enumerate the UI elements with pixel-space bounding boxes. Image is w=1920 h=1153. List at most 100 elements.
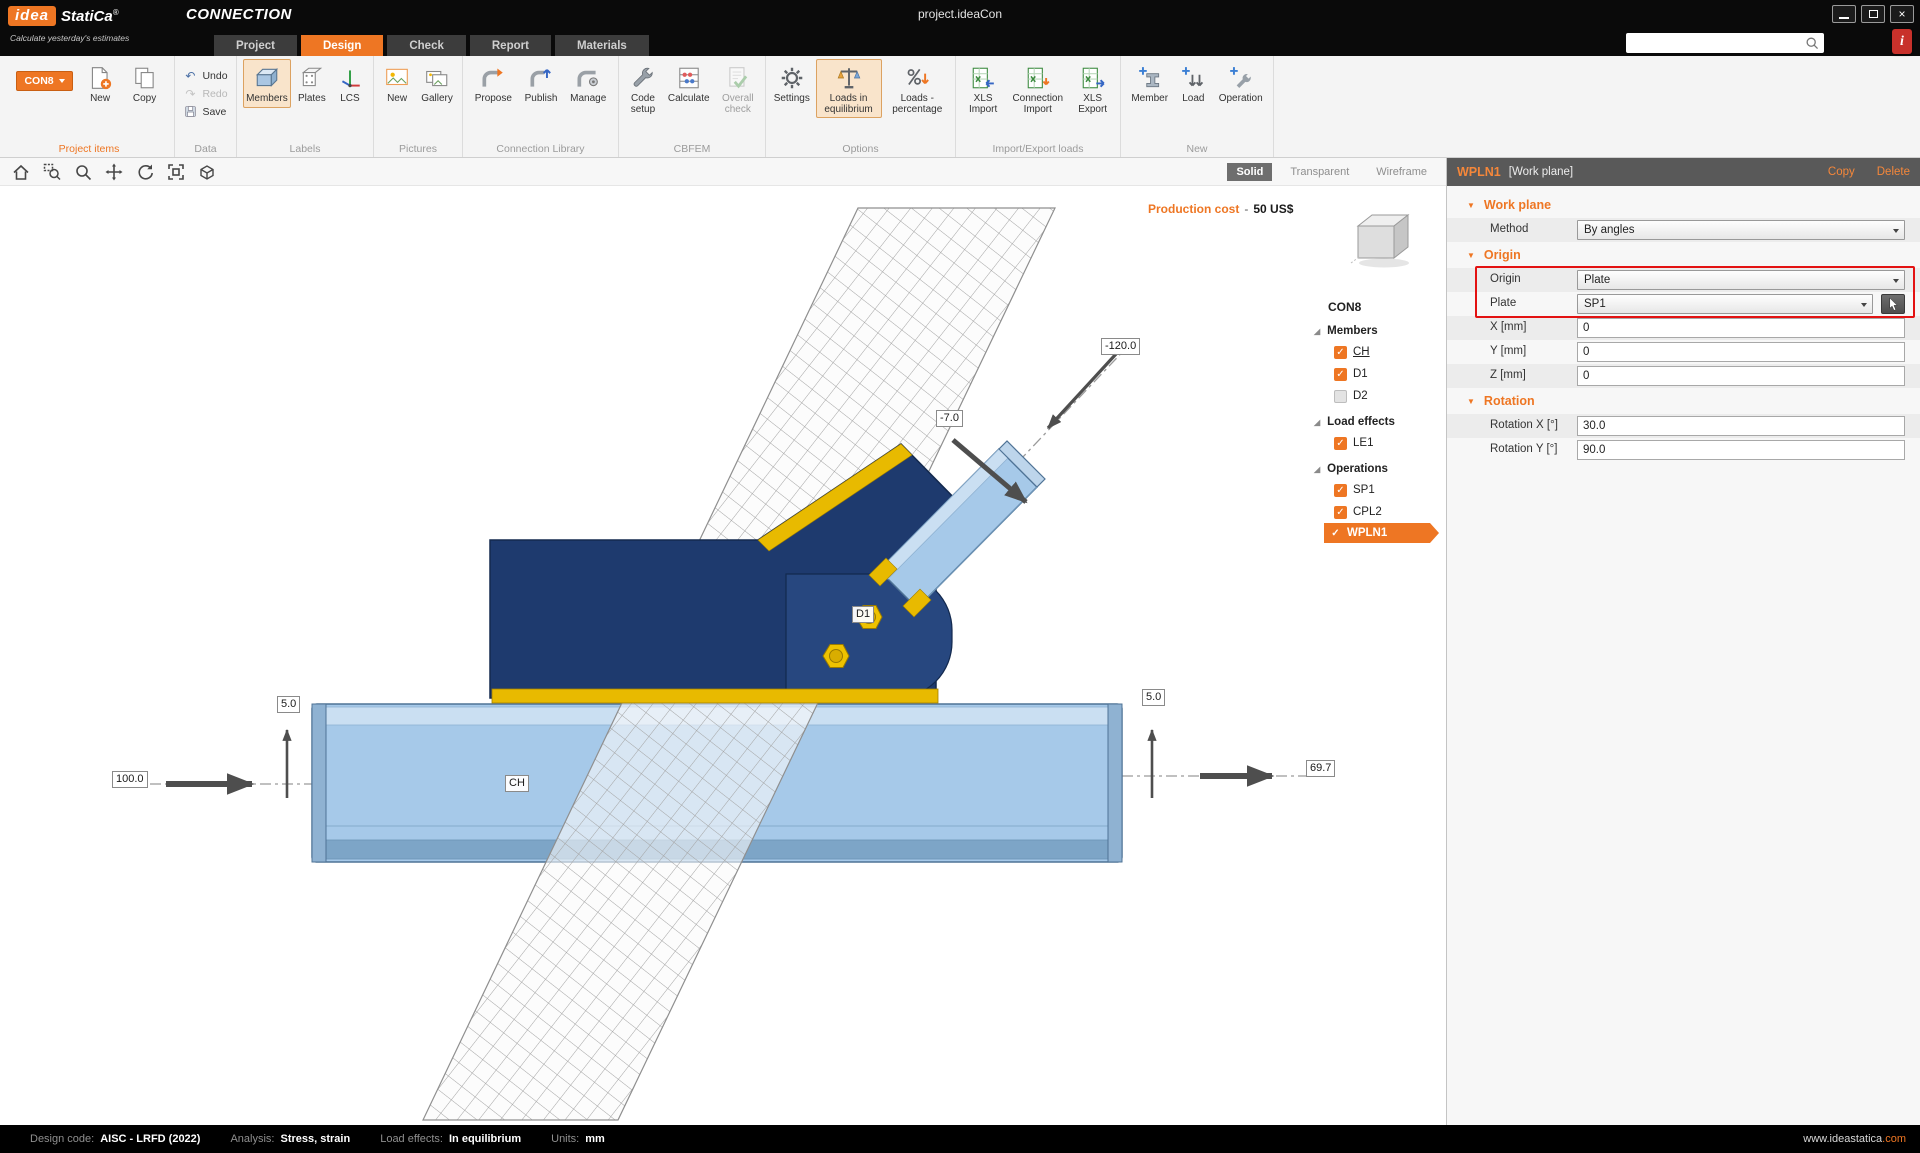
dim-label-load-right: 69.7 — [1306, 760, 1335, 777]
perspective-cube-icon[interactable] — [196, 161, 218, 183]
loads-in-equilibrium-toggle[interactable]: Loads in equilibrium — [816, 59, 882, 118]
delete-operation-button[interactable]: Delete — [1877, 166, 1910, 178]
maximize-button[interactable] — [1861, 5, 1885, 23]
website-link[interactable]: www.ideastatica.com — [1803, 1133, 1906, 1145]
z-input[interactable] — [1577, 366, 1905, 386]
zoom-icon[interactable] — [72, 161, 94, 183]
checkbox-unchecked-icon[interactable] — [1334, 390, 1347, 403]
copy-project-item-button[interactable]: Copy — [128, 59, 162, 108]
y-input[interactable] — [1577, 342, 1905, 362]
new-member-button[interactable]: Member — [1128, 59, 1171, 108]
library-manage-button[interactable]: Manage — [567, 59, 609, 108]
search-input[interactable] — [1632, 37, 1804, 49]
ribbon-group-labels: Members Plates LCS Labels — [237, 56, 374, 157]
library-publish-button[interactable]: Publish — [522, 59, 561, 108]
plate-picker-button[interactable] — [1881, 294, 1905, 314]
minimize-button[interactable] — [1832, 5, 1856, 23]
section-origin[interactable]: ▼ Origin — [1447, 242, 1920, 268]
settings-button[interactable]: Settings — [771, 59, 813, 108]
con8-selector-button[interactable]: CON8 — [16, 71, 72, 91]
model-tree: CON8 ◢ Members ✓ CH ✓ D1 — [1308, 300, 1446, 543]
rotation-x-input[interactable] — [1577, 416, 1905, 436]
checkbox-checked-icon[interactable]: ✓ — [1334, 484, 1347, 497]
ribbon: CON8 New Copy Project items ↶ Undo — [0, 56, 1920, 158]
rotation-y-input[interactable] — [1577, 440, 1905, 460]
new-load-button[interactable]: Load — [1176, 59, 1210, 108]
navigation-cube[interactable] — [1346, 204, 1420, 273]
checkbox-checked-icon[interactable]: ✓ — [1334, 506, 1347, 519]
method-select[interactable]: By angles — [1577, 220, 1905, 240]
tree-item-wpln1[interactable]: ✓ WPLN1 — [1324, 523, 1430, 543]
zoom-window-icon[interactable] — [41, 161, 63, 183]
checkbox-checked-icon[interactable]: ✓ — [1334, 346, 1347, 359]
loads-percentage-button[interactable]: Loads - percentage — [884, 59, 950, 118]
view-mode-solid[interactable]: Solid — [1227, 163, 1272, 181]
labels-members-toggle[interactable]: Members — [243, 59, 291, 108]
chevron-down-icon — [59, 79, 65, 83]
save-button[interactable]: Save — [180, 104, 230, 120]
app-tagline: Calculate yesterday's estimates — [10, 33, 129, 43]
tree-item-d2[interactable]: D2 — [1334, 385, 1446, 407]
connection-import-button[interactable]: Connection Import — [1008, 59, 1067, 118]
zoom-fit-icon[interactable] — [165, 161, 187, 183]
origin-select[interactable]: Plate — [1577, 270, 1905, 290]
new-project-item-button[interactable]: New — [83, 59, 117, 108]
copy-operation-button[interactable]: Copy — [1828, 166, 1855, 178]
section-rotation[interactable]: ▼ Rotation — [1447, 388, 1920, 414]
tree-title: CON8 — [1328, 300, 1446, 314]
row-origin: Origin Plate — [1447, 268, 1920, 292]
tab-design[interactable]: Design — [301, 35, 383, 56]
panel-subtitle: [Work plane] — [1509, 166, 1573, 178]
status-analysis: Analysis:Stress, strain — [230, 1133, 350, 1145]
tree-item-ch[interactable]: ✓ CH — [1334, 341, 1446, 363]
xls-export-icon — [1079, 64, 1107, 92]
tab-materials[interactable]: Materials — [555, 35, 649, 56]
xls-export-button[interactable]: XLS Export — [1067, 59, 1118, 118]
scene-canvas[interactable] — [0, 186, 1446, 1125]
tree-item-d1[interactable]: ✓ D1 — [1334, 363, 1446, 385]
weld-3d — [492, 689, 938, 703]
view-mode-wireframe[interactable]: Wireframe — [1367, 163, 1436, 181]
checkbox-checked-icon[interactable]: ✓ — [1329, 527, 1342, 540]
info-button[interactable]: i — [1892, 29, 1912, 54]
rotate-view-icon[interactable] — [134, 161, 156, 183]
minimize-icon — [1839, 17, 1849, 19]
lcs-axes-icon — [336, 64, 364, 92]
close-button[interactable]: × — [1890, 5, 1914, 23]
tab-report[interactable]: Report — [470, 35, 551, 56]
checkbox-checked-icon[interactable]: ✓ — [1334, 437, 1347, 450]
tree-item-sp1[interactable]: ✓ SP1 — [1334, 479, 1446, 501]
library-propose-button[interactable]: Propose — [472, 59, 515, 108]
ribbon-group-cbfem: Code setup Calculate Overall check CBFEM — [619, 56, 766, 157]
home-view-icon[interactable] — [10, 161, 32, 183]
labels-plates-toggle[interactable]: Plates — [295, 59, 329, 108]
labels-lcs-toggle[interactable]: LCS — [333, 59, 367, 108]
tab-project[interactable]: Project — [214, 35, 297, 56]
undo-button[interactable]: ↶ Undo — [180, 68, 230, 84]
tree-item-cpl2[interactable]: ✓ CPL2 — [1334, 501, 1446, 523]
calculate-button[interactable]: Calculate — [665, 59, 713, 108]
xls-import-button[interactable]: XLS Import — [958, 59, 1008, 118]
tab-check[interactable]: Check — [387, 35, 466, 56]
tree-item-le1[interactable]: ✓ LE1 — [1334, 432, 1446, 454]
section-work-plane[interactable]: ▼ Work plane — [1447, 192, 1920, 218]
tree-group-load-effects[interactable]: ◢ Load effects — [1314, 412, 1446, 432]
x-input[interactable] — [1577, 318, 1905, 338]
search-icon[interactable] — [1804, 35, 1820, 51]
picture-gallery-button[interactable]: Gallery — [418, 59, 456, 108]
search-box[interactable] — [1626, 33, 1824, 53]
tree-group-operations[interactable]: ◢ Operations — [1314, 459, 1446, 479]
pan-icon[interactable] — [103, 161, 125, 183]
overall-check-button[interactable]: Overall check — [713, 59, 763, 118]
new-operation-button[interactable]: Operation — [1216, 59, 1266, 108]
redo-button[interactable]: ↷ Redo — [180, 86, 230, 102]
picture-new-button[interactable]: New — [380, 59, 414, 108]
ribbon-group-import-export: XLS Import Connection Import XLS Export … — [956, 56, 1121, 157]
3d-viewport[interactable]: -120.0 -7.0 5.0 5.0 100.0 69.7 CH D1 Pro… — [0, 186, 1446, 1125]
view-mode-transparent[interactable]: Transparent — [1281, 163, 1358, 181]
plate-select[interactable]: SP1 — [1577, 294, 1873, 314]
production-cost: Production cost-50 US$ — [1148, 202, 1293, 216]
code-setup-button[interactable]: Code setup — [621, 59, 665, 118]
tree-group-members[interactable]: ◢ Members — [1314, 321, 1446, 341]
checkbox-checked-icon[interactable]: ✓ — [1334, 368, 1347, 381]
